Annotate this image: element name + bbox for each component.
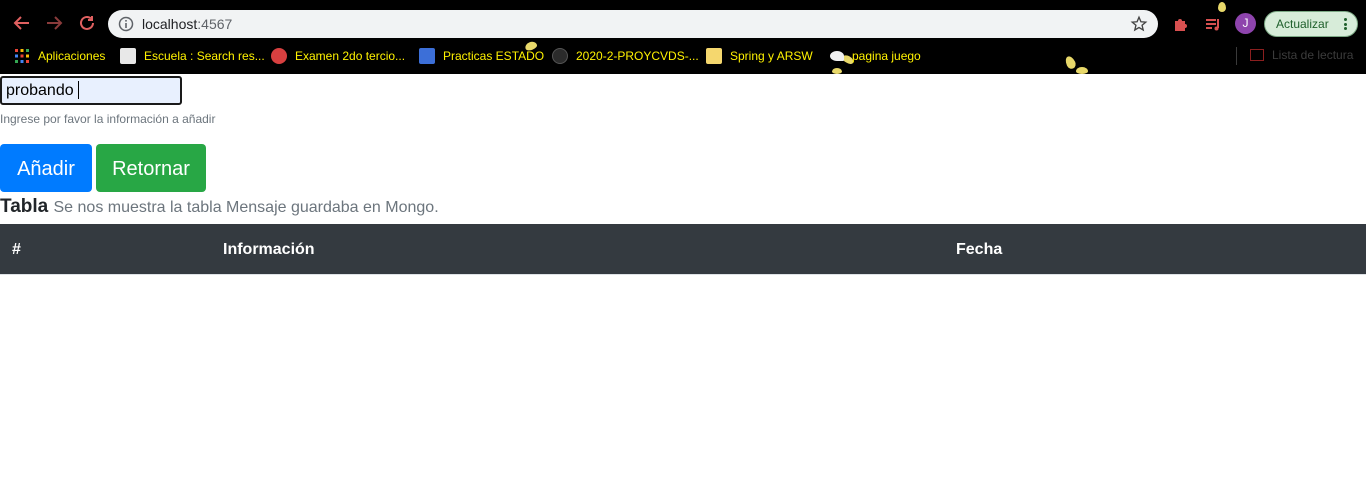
reading-list-icon	[1250, 49, 1264, 61]
input-help-text: Ingrese por favor la información a añadi…	[0, 112, 216, 126]
bird-icon	[830, 51, 844, 61]
bookmark-escuela[interactable]: Escuela : Search res...	[120, 44, 265, 68]
bookmark-apps[interactable]: Aplicaciones	[14, 44, 105, 68]
url-port: :4567	[197, 16, 233, 32]
url-host: localhost	[142, 16, 198, 32]
bookmark-label: pagina juego	[852, 49, 921, 63]
profile-avatar[interactable]: J	[1235, 13, 1256, 34]
more-vert-icon	[1344, 18, 1347, 30]
bookmark-pagina-juego[interactable]: pagina juego	[830, 44, 921, 68]
table-divider	[0, 274, 1366, 275]
theme-petal	[832, 68, 842, 74]
puzzle-icon	[1175, 19, 1187, 31]
caption-text: Se nos muestra la tabla Mensaje guardaba…	[53, 199, 439, 216]
bookmark-label: Aplicaciones	[38, 49, 106, 63]
theme-petal	[1076, 67, 1088, 74]
playlist-icon	[1206, 19, 1219, 31]
arrow-right-icon	[47, 16, 63, 30]
bookmark-label: 2020-2-PROYCVDS-...	[576, 49, 699, 63]
globe-red-icon	[271, 48, 287, 64]
folder-yellow-icon	[706, 48, 722, 64]
add-button[interactable]: Añadir	[0, 144, 92, 192]
reading-list-label: Lista de lectura	[1272, 48, 1354, 62]
reload-icon	[80, 15, 94, 30]
forward-nav-button[interactable]	[41, 10, 67, 36]
bookmark-label: Spring y ARSW	[730, 49, 813, 63]
shield-blue-icon	[419, 48, 435, 64]
update-button[interactable]: Actualizar	[1264, 11, 1358, 37]
text-caret	[78, 81, 79, 99]
address-bar[interactable]: localhost:4567	[108, 10, 1158, 38]
apps-grid-icon	[14, 48, 30, 64]
back-nav-button[interactable]	[9, 10, 35, 36]
info-icon[interactable]	[118, 16, 134, 32]
return-button[interactable]: Retornar	[96, 144, 206, 192]
table-header: # Información Fecha	[0, 224, 1366, 274]
school-page-icon	[120, 48, 136, 64]
theme-petal	[1218, 2, 1226, 12]
url-text: localhost:4567	[142, 16, 232, 32]
bookmark-examen[interactable]: Examen 2do tercio...	[271, 44, 405, 68]
bookmark-spring[interactable]: Spring y ARSW	[706, 44, 813, 68]
browser-chrome: localhost:4567 J Actualizar Aplicaciones…	[0, 0, 1366, 74]
bookmark-practicas[interactable]: Practicas ESTADO	[419, 44, 544, 68]
update-label: Actualizar	[1276, 17, 1329, 31]
arrow-left-icon	[13, 16, 29, 30]
media-button[interactable]	[1201, 12, 1225, 36]
github-icon	[552, 48, 568, 64]
reload-button[interactable]	[74, 10, 100, 36]
caption-title: Tabla	[0, 196, 49, 217]
table-caption: Tabla Se nos muestra la tabla Mensaje gu…	[0, 196, 439, 218]
bookmark-label: Practicas ESTADO	[443, 49, 545, 63]
bookmarks-bar: Aplicaciones Escuela : Search res... Exa…	[0, 44, 1366, 68]
column-header-info: Información	[223, 241, 315, 258]
bookmark-proycvds[interactable]: 2020-2-PROYCVDS-...	[552, 44, 699, 68]
column-header-number: #	[12, 241, 21, 258]
bookmark-separator	[1236, 47, 1237, 65]
reading-list[interactable]: Lista de lectura	[1250, 48, 1353, 62]
bookmark-label: Examen 2do tercio...	[295, 49, 406, 63]
star-icon[interactable]	[1130, 15, 1148, 33]
info-input[interactable]	[0, 76, 182, 105]
column-header-date: Fecha	[956, 241, 1003, 258]
extensions-button[interactable]	[1169, 12, 1193, 36]
bookmark-label: Escuela : Search res...	[144, 49, 265, 63]
